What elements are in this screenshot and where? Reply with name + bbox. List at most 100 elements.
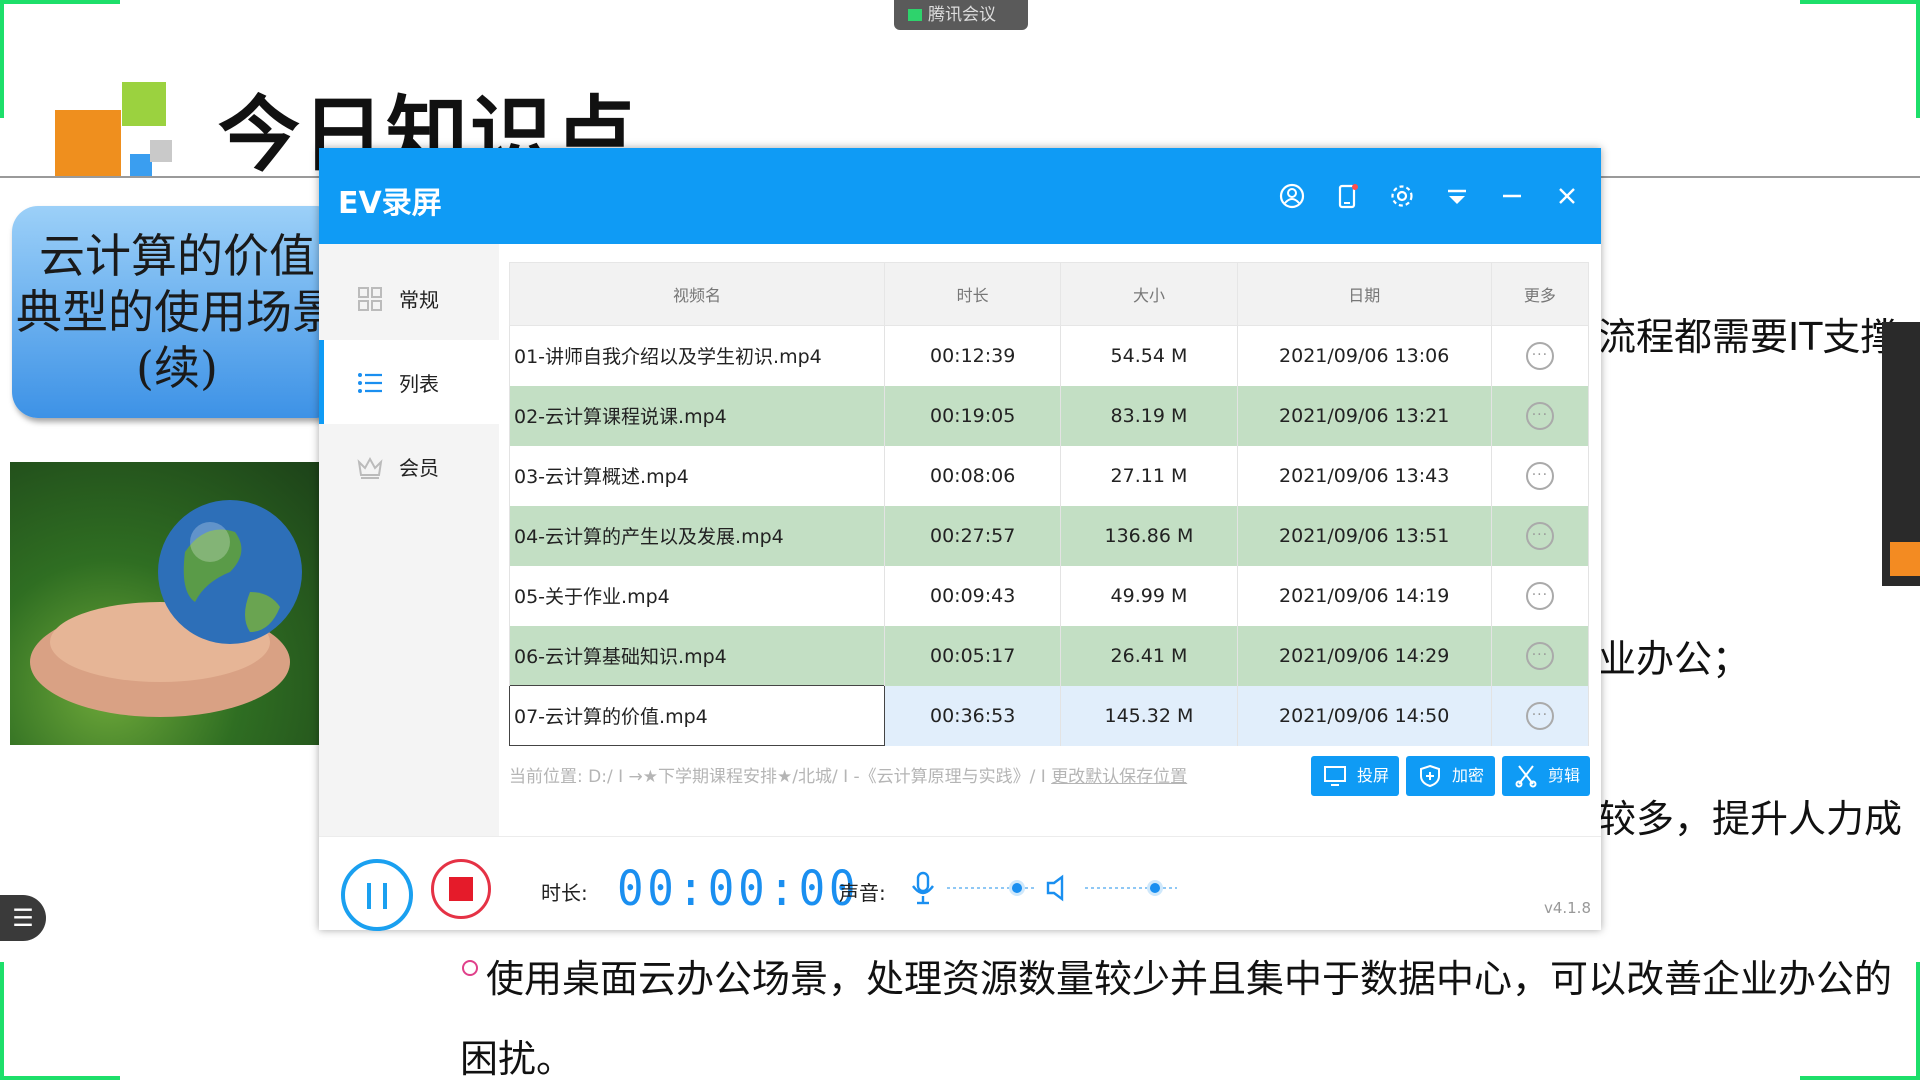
video-duration: 00:08:06 [884, 445, 1062, 506]
version-label: v4.1.8 [1543, 899, 1591, 917]
topic-line: 云计算的价值 [39, 229, 315, 283]
grid-icon [358, 287, 382, 311]
pause-button[interactable] [341, 859, 413, 931]
cast-button[interactable]: 投屏 [1311, 756, 1399, 796]
table-row[interactable]: 04-云计算的产生以及发展.mp4 00:27:57 136.86 M 2021… [508, 505, 1590, 566]
video-size: 54.54 M [1060, 325, 1238, 386]
user-icon[interactable] [1277, 182, 1307, 212]
crown-icon [357, 456, 383, 479]
topic-line: (续) [136, 341, 218, 395]
sidebar-item-list[interactable]: 列表 [319, 340, 499, 424]
meeting-badge-label: 腾讯会议 [928, 5, 996, 25]
corner-mark [1800, 0, 1920, 4]
topic-line: 典型的使用场景 [16, 285, 338, 339]
more-icon[interactable]: ··· [1525, 461, 1554, 490]
corner-mark [0, 1076, 120, 1080]
table-row[interactable]: 05-关于作业.mp4 00:09:43 49.99 M 2021/09/06 … [508, 565, 1590, 626]
slide-text-line: 流程都需要IT支撑 [1598, 315, 1899, 359]
column-header[interactable]: 时长 [884, 262, 1062, 326]
stop-button[interactable] [431, 859, 491, 919]
video-date: 2021/09/06 13:43 [1236, 445, 1492, 506]
slide-logo [55, 110, 121, 178]
corner-mark [0, 0, 120, 4]
slide-bullet-text: 使用桌面云办公场景，处理资源数量较少并且集中于数据中心，可以改善企业办公的 [486, 957, 1893, 1001]
participant-icon[interactable] [1890, 542, 1920, 576]
video-size: 27.11 M [1060, 445, 1238, 506]
ev-list-panel: 视频名 时长 大小 日期 更多 01-讲师自我介绍以及学生初识.mp4 00:1… [499, 244, 1601, 836]
table-row[interactable]: 03-云计算概述.mp4 00:08:06 27.11 M 2021/09/06… [508, 445, 1590, 506]
sidebar-item-member[interactable]: 会员 [319, 424, 499, 508]
video-duration: 00:09:43 [884, 565, 1062, 626]
video-duration: 00:12:39 [884, 325, 1062, 386]
video-name[interactable]: 06-云计算基础知识.mp4 [508, 625, 886, 686]
video-duration: 00:27:57 [884, 505, 1062, 566]
sidebar-item-general[interactable]: 常规 [319, 256, 499, 340]
cast-icon [1324, 766, 1346, 786]
video-duration: 00:05:17 [884, 625, 1062, 686]
column-header[interactable]: 日期 [1236, 262, 1492, 326]
slide-text-line: 较多，提升人力成 [1598, 797, 1903, 841]
speaker-volume-knob[interactable] [1147, 880, 1163, 896]
video-date: 2021/09/06 13:21 [1236, 385, 1492, 446]
video-date: 2021/09/06 14:50 [1236, 685, 1492, 746]
screen: 腾讯会议 今日知识点 云计算的价值 典型的使用场景 (续) 流程都需要IT支撑 … [0, 0, 1920, 1080]
change-save-location-link[interactable]: 更改默认保存位置 [1051, 767, 1187, 787]
close-icon[interactable] [1552, 182, 1582, 212]
video-size: 83.19 M [1060, 385, 1238, 446]
minimize-icon[interactable] [1497, 182, 1527, 212]
record-timer: 00:00:00 [617, 861, 860, 917]
save-path-text: 当前位置: D:/ I →★下学期课程安排★/北城/ I -《云计算原理与实践》… [509, 767, 1046, 787]
dropdown-icon[interactable] [1442, 182, 1472, 212]
corner-mark [0, 0, 4, 118]
microphone-icon[interactable] [909, 871, 937, 905]
corner-mark [1916, 962, 1920, 1080]
more-icon[interactable]: ··· [1525, 341, 1554, 370]
ev-title: EV录屏 [338, 186, 442, 221]
table-row[interactable]: 02-云计算课程说课.mp4 00:19:05 83.19 M 2021/09/… [508, 385, 1590, 446]
table-row[interactable]: 01-讲师自我介绍以及学生初识.mp4 00:12:39 54.54 M 202… [508, 325, 1590, 386]
column-header[interactable]: 视频名 [508, 262, 886, 326]
column-header[interactable]: 大小 [1060, 262, 1238, 326]
mic-volume-knob[interactable] [1009, 880, 1025, 896]
meeting-badge[interactable]: 腾讯会议 [894, 0, 1028, 30]
video-name[interactable]: 05-关于作业.mp4 [508, 565, 886, 626]
edit-button[interactable]: 剪辑 [1502, 756, 1590, 796]
speaker-volume-slider[interactable] [1085, 887, 1177, 889]
video-name[interactable]: 04-云计算的产生以及发展.mp4 [508, 505, 886, 566]
meeting-side-toolbar[interactable] [1882, 322, 1920, 586]
video-name[interactable]: 01-讲师自我介绍以及学生初识.mp4 [508, 325, 886, 386]
more-icon[interactable]: ··· [1525, 401, 1554, 430]
encrypt-button[interactable]: 加密 [1406, 756, 1495, 796]
list-icon [358, 373, 382, 393]
table-header-row: 视频名 时长 大小 日期 更多 [508, 262, 1590, 326]
shield-icon [1420, 764, 1440, 788]
slide-text-line: 业办公； [1598, 637, 1751, 681]
video-name[interactable]: 02-云计算课程说课.mp4 [508, 385, 886, 446]
globe-hands-image [10, 462, 340, 745]
cast-label: 投屏 [1357, 766, 1390, 785]
more-icon[interactable]: ··· [1525, 581, 1554, 610]
sound-label: 声音: [839, 881, 886, 905]
video-size: 145.32 M [1060, 685, 1238, 746]
ev-control-bar: 时长: 00:00:00 声音: v4.1.8 [319, 836, 1601, 931]
gear-icon[interactable] [1387, 182, 1417, 212]
video-size: 26.41 M [1060, 625, 1238, 686]
video-name[interactable]: 07-云计算的价值.mp4 [508, 685, 886, 746]
save-path: 当前位置: D:/ I →★下学期课程安排★/北城/ I -《云计算原理与实践》… [509, 762, 1329, 787]
more-icon[interactable]: ··· [1525, 701, 1554, 730]
menu-icon[interactable]: ☰ [0, 895, 46, 941]
phone-icon[interactable] [1332, 182, 1362, 212]
speaker-icon[interactable] [1044, 873, 1072, 903]
more-icon[interactable]: ··· [1525, 641, 1554, 670]
table-row-selected[interactable]: 07-云计算的价值.mp4 00:36:53 145.32 M 2021/09/… [508, 685, 1590, 746]
video-name[interactable]: 03-云计算概述.mp4 [508, 445, 886, 506]
video-date: 2021/09/06 14:29 [1236, 625, 1492, 686]
ev-titlebar[interactable]: EV录屏 [319, 148, 1601, 244]
table-row[interactable]: 06-云计算基础知识.mp4 00:05:17 26.41 M 2021/09/… [508, 625, 1590, 686]
video-duration: 00:19:05 [884, 385, 1062, 446]
ev-sidebar: 常规 列表 会员 [319, 244, 499, 836]
corner-mark [1916, 0, 1920, 118]
more-icon[interactable]: ··· [1525, 521, 1554, 550]
encrypt-label: 加密 [1452, 766, 1485, 785]
column-header: 更多 [1490, 262, 1590, 326]
